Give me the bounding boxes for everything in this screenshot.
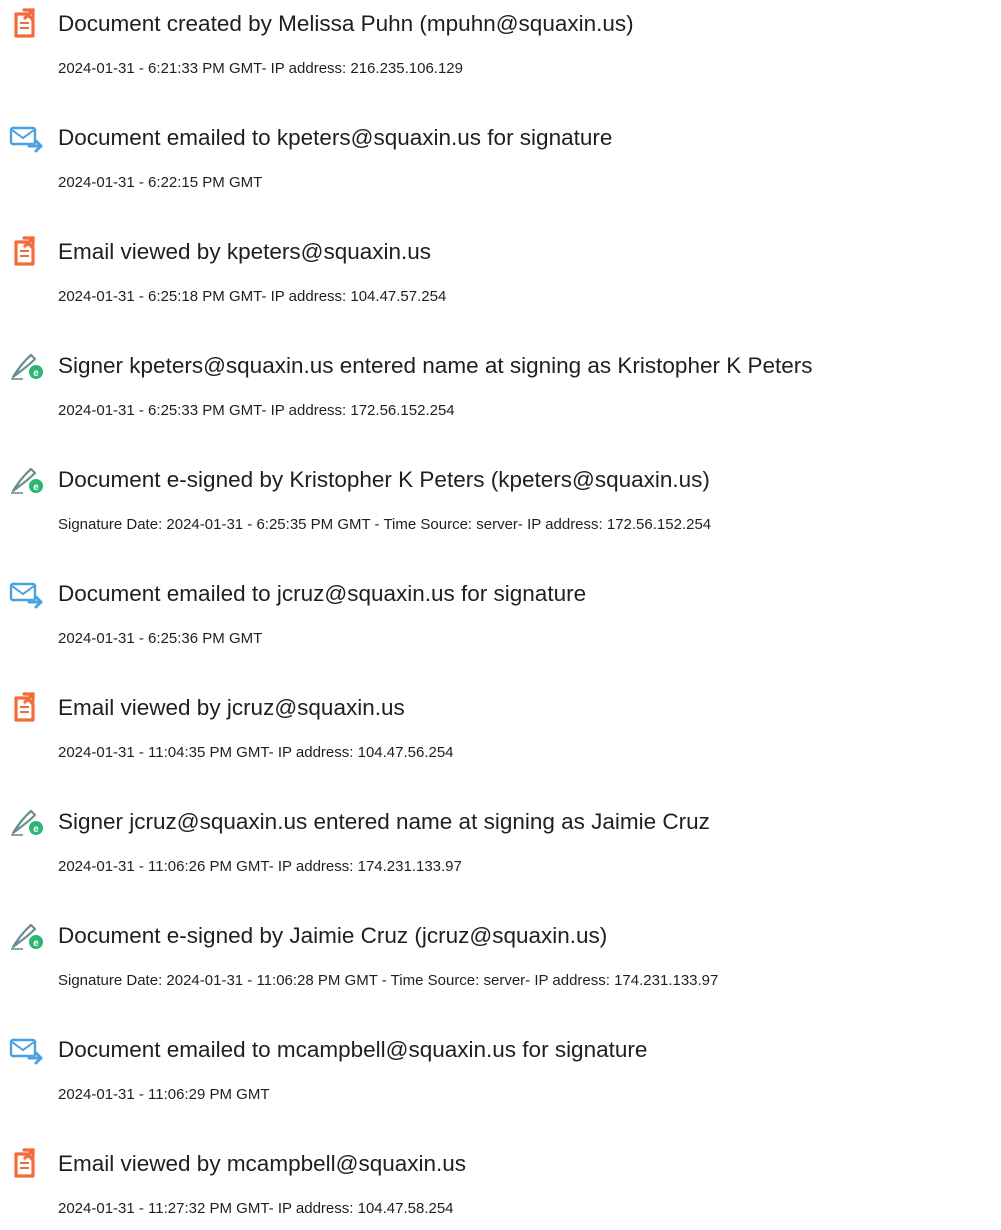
event-detail: 2024-01-31 - 11:27:32 PM GMT- IP address… <box>58 1200 454 1217</box>
svg-text:e: e <box>33 938 39 949</box>
event-title: Email viewed by mcampbell@squaxin.us <box>58 1151 467 1176</box>
event-detail: 2024-01-31 - 11:04:35 PM GMT- IP address… <box>58 744 454 761</box>
event-title: Email viewed by kpeters@squaxin.us <box>58 239 432 264</box>
event-detail: 2024-01-31 - 11:06:26 PM GMT- IP address… <box>58 858 462 875</box>
document-created-icon <box>9 8 45 40</box>
event-title: Email viewed by jcruz@squaxin.us <box>58 695 405 720</box>
email-sent-icon <box>9 1034 45 1066</box>
audit-event-row: Document emailed to jcruz@squaxin.us for… <box>0 570 1001 660</box>
esign-pen-icon: e <box>9 464 45 496</box>
event-title: Document emailed to kpeters@squaxin.us f… <box>58 125 613 150</box>
audit-event-row: e Document e-signed by Kristopher K Pete… <box>0 456 1001 546</box>
event-detail: 2024-01-31 - 6:25:33 PM GMT- IP address:… <box>58 402 455 419</box>
audit-event-row: Document created by Melissa Puhn (mpuhn@… <box>0 0 1001 90</box>
email-sent-icon <box>9 122 45 154</box>
document-viewed-icon <box>9 1148 45 1180</box>
event-detail: Signature Date: 2024-01-31 - 11:06:28 PM… <box>58 972 719 989</box>
email-sent-icon <box>9 578 45 610</box>
audit-event-row: Document emailed to mcampbell@squaxin.us… <box>0 1026 1001 1116</box>
svg-text:e: e <box>33 368 39 379</box>
audit-event-row: e Signer jcruz@squaxin.us entered name a… <box>0 798 1001 888</box>
audit-event-row: Email viewed by kpeters@squaxin.us 2024-… <box>0 228 1001 318</box>
esign-pen-icon: e <box>9 806 45 838</box>
event-title: Document e-signed by Kristopher K Peters… <box>58 467 710 492</box>
document-viewed-icon <box>9 692 45 724</box>
esign-pen-icon: e <box>9 920 45 952</box>
audit-event-row: e Document e-signed by Jaimie Cruz (jcru… <box>0 912 1001 1002</box>
event-detail: 2024-01-31 - 6:21:33 PM GMT- IP address:… <box>58 60 463 77</box>
event-detail: 2024-01-31 - 11:06:29 PM GMT <box>58 1086 270 1103</box>
event-title: Document created by Melissa Puhn (mpuhn@… <box>58 11 634 36</box>
event-detail: 2024-01-31 - 6:25:36 PM GMT <box>58 630 263 647</box>
svg-text:e: e <box>33 482 39 493</box>
audit-event-row: Document emailed to kpeters@squaxin.us f… <box>0 114 1001 204</box>
event-detail: 2024-01-31 - 6:22:15 PM GMT <box>58 174 263 191</box>
event-title: Signer kpeters@squaxin.us entered name a… <box>58 353 813 378</box>
event-title: Document emailed to jcruz@squaxin.us for… <box>58 581 587 606</box>
event-title: Document e-signed by Jaimie Cruz (jcruz@… <box>58 923 608 948</box>
audit-event-row: Email viewed by jcruz@squaxin.us 2024-01… <box>0 684 1001 774</box>
audit-event-row: e Signer kpeters@squaxin.us entered name… <box>0 342 1001 432</box>
audit-event-row: Email viewed by mcampbell@squaxin.us 202… <box>0 1140 1001 1230</box>
svg-text:e: e <box>33 824 39 835</box>
event-detail: 2024-01-31 - 6:25:18 PM GMT- IP address:… <box>58 288 447 305</box>
event-title: Signer jcruz@squaxin.us entered name at … <box>58 809 710 834</box>
document-viewed-icon <box>9 236 45 268</box>
event-title: Document emailed to mcampbell@squaxin.us… <box>58 1037 648 1062</box>
esign-pen-icon: e <box>9 350 45 382</box>
event-detail: Signature Date: 2024-01-31 - 6:25:35 PM … <box>58 516 712 533</box>
